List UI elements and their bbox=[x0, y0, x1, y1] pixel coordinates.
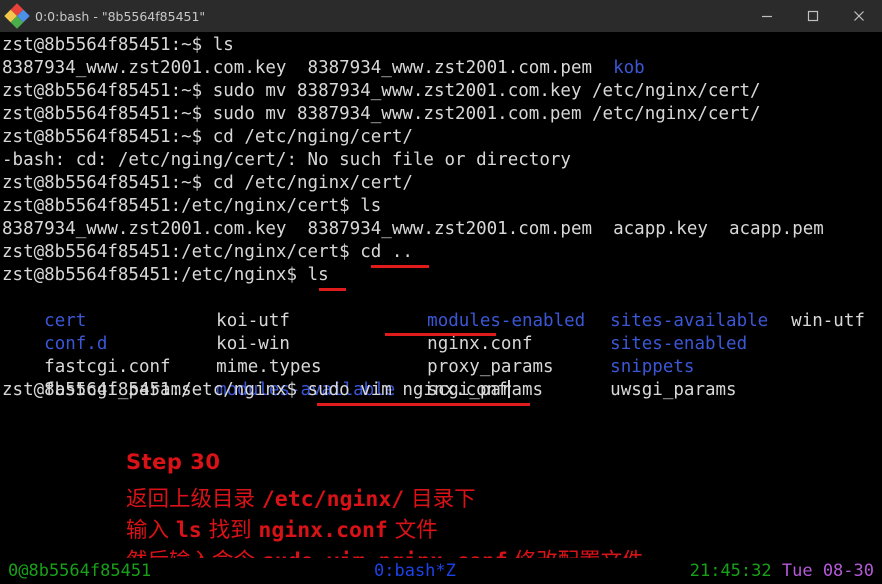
annotation-filename: nginx.conf bbox=[258, 518, 388, 543]
terminal-line: zst@8b5564f85451:~$ cd /etc/nging/cert/ bbox=[2, 127, 413, 147]
tmux-date: Tue 08-30 bbox=[781, 561, 874, 581]
terminal-command-text: zst@8b5564f85451:/etc/nginx$ sudo vim ng… bbox=[2, 380, 508, 400]
ls-grid-col1: cert bbox=[2, 287, 86, 331]
annotation-underline-cd-up bbox=[371, 265, 429, 268]
terminal-line: zst@8b5564f85451:/etc/nginx$ ls bbox=[2, 265, 329, 285]
ls-output-dir-kob: kob bbox=[613, 58, 645, 78]
ls-output-files: 8387934_www.zst2001.com.key 8387934_www.… bbox=[2, 58, 614, 78]
ls-grid-col1: fastcgi_params bbox=[2, 356, 192, 400]
ls-grid-col4: snippets bbox=[568, 333, 694, 377]
ls-grid-col4: sites-available bbox=[568, 287, 768, 331]
annotation-underline-sudo-vim bbox=[317, 403, 530, 406]
terminal-line: zst@8b5564f85451:/etc/nginx/cert$ cd .. bbox=[2, 242, 413, 262]
window-title: 0:0:bash - "8b5564f85451" bbox=[35, 8, 206, 24]
close-icon bbox=[854, 11, 864, 21]
ls-grid-col3: modules-enabled bbox=[385, 287, 585, 331]
tmux-status-bar: 0@8b5564f85451 0:bash*Z 21:45:32 Tue 08-… bbox=[0, 558, 882, 584]
annotation-line-3: 然后输入命令 sudo vim nginx.conf 修改配置文件 bbox=[126, 544, 644, 558]
ls-grid-col1: fastcgi.conf bbox=[2, 333, 170, 377]
ls-grid-col3: nginx.conf bbox=[385, 310, 532, 354]
text-cursor bbox=[507, 380, 510, 398]
ls-grid-col4: sites-enabled bbox=[568, 310, 747, 354]
annotation-line-2: 输入 ls 找到 nginx.conf 文件 bbox=[126, 513, 438, 544]
annotation-text: 修改配置文件 bbox=[508, 549, 644, 558]
annotation-text: 返回上级目录 bbox=[126, 487, 262, 512]
window-controls bbox=[744, 0, 882, 32]
terminal-line: zst@8b5564f85451:~$ ls bbox=[2, 35, 234, 55]
tmux-window-list[interactable]: 0:bash*Z bbox=[374, 558, 456, 584]
app-diamond-icon bbox=[4, 3, 30, 29]
maximize-icon bbox=[807, 10, 819, 22]
ls-entry-win-utf: win-utf bbox=[791, 311, 865, 331]
annotation-text: 输入 bbox=[126, 518, 176, 543]
ls-grid-col3: proxy_params bbox=[385, 333, 553, 377]
annotation-text: 找到 bbox=[201, 518, 259, 543]
annotation-text: 目录下 bbox=[404, 487, 476, 512]
ls-grid-col2: koi-utf bbox=[174, 287, 290, 331]
ls-grid-col4: uwsgi_params bbox=[568, 356, 736, 400]
annotation-text: 然后输入命令 bbox=[126, 549, 262, 558]
annotation-command-vim: sudo vim nginx.conf bbox=[262, 549, 508, 558]
annotation-underline-ls bbox=[319, 288, 346, 291]
annotation-step-label: Step 30 bbox=[126, 450, 221, 474]
annotation-command-ls: ls bbox=[175, 518, 202, 543]
terminal-screen[interactable]: zst@8b5564f85451:~$ ls 8387934_www.zst20… bbox=[0, 32, 882, 558]
terminal-line: 8387934_www.zst2001.com.key 8387934_www.… bbox=[2, 219, 824, 239]
terminal-line: zst@8b5564f85451:~$ cd /etc/nginx/cert/ bbox=[2, 173, 413, 193]
annotation-line-1: 返回上级目录 /etc/nginx/ 目录下 bbox=[126, 482, 476, 513]
ls-grid-col2: mime.types bbox=[174, 333, 321, 377]
tmux-clock: 21:45:32 Tue 08-30 bbox=[690, 558, 874, 584]
close-button[interactable] bbox=[836, 0, 882, 32]
terminal-line: zst@8b5564f85451:/etc/nginx/cert$ ls bbox=[2, 196, 382, 216]
tmux-session-name[interactable]: 0@8b5564f85451 bbox=[8, 558, 151, 584]
terminal-line: zst@8b5564f85451:~$ sudo mv 8387934_www.… bbox=[2, 104, 761, 124]
ls-entry-uwsgi-params: uwsgi_params bbox=[610, 380, 737, 400]
ls-grid-col1: conf.d bbox=[2, 310, 107, 354]
minimize-icon bbox=[762, 15, 772, 18]
window-titlebar: 0:0:bash - "8b5564f85451" bbox=[0, 0, 882, 32]
tmux-time: 21:45:32 bbox=[689, 561, 772, 581]
ls-grid-col2: modules-available bbox=[174, 356, 395, 400]
terminal-line: 8387934_www.zst2001.com.key 8387934_www.… bbox=[2, 57, 645, 80]
annotation-text: 文件 bbox=[387, 518, 438, 543]
terminal-command-line-active[interactable]: zst@8b5564f85451:/etc/nginx$ sudo vim ng… bbox=[2, 379, 510, 402]
ls-grid-col2: koi-win bbox=[174, 310, 290, 354]
minimize-button[interactable] bbox=[744, 0, 790, 32]
terminal-line: zst@8b5564f85451:~$ sudo mv 8387934_www.… bbox=[2, 81, 761, 101]
maximize-button[interactable] bbox=[790, 0, 836, 32]
terminal-line-error: -bash: cd: /etc/nging/cert/: No such fil… bbox=[2, 150, 571, 170]
annotation-path: /etc/nginx/ bbox=[261, 487, 405, 512]
ls-grid-col3: scgi_params bbox=[385, 356, 543, 400]
ls-grid-col5: win-utf bbox=[749, 287, 865, 331]
